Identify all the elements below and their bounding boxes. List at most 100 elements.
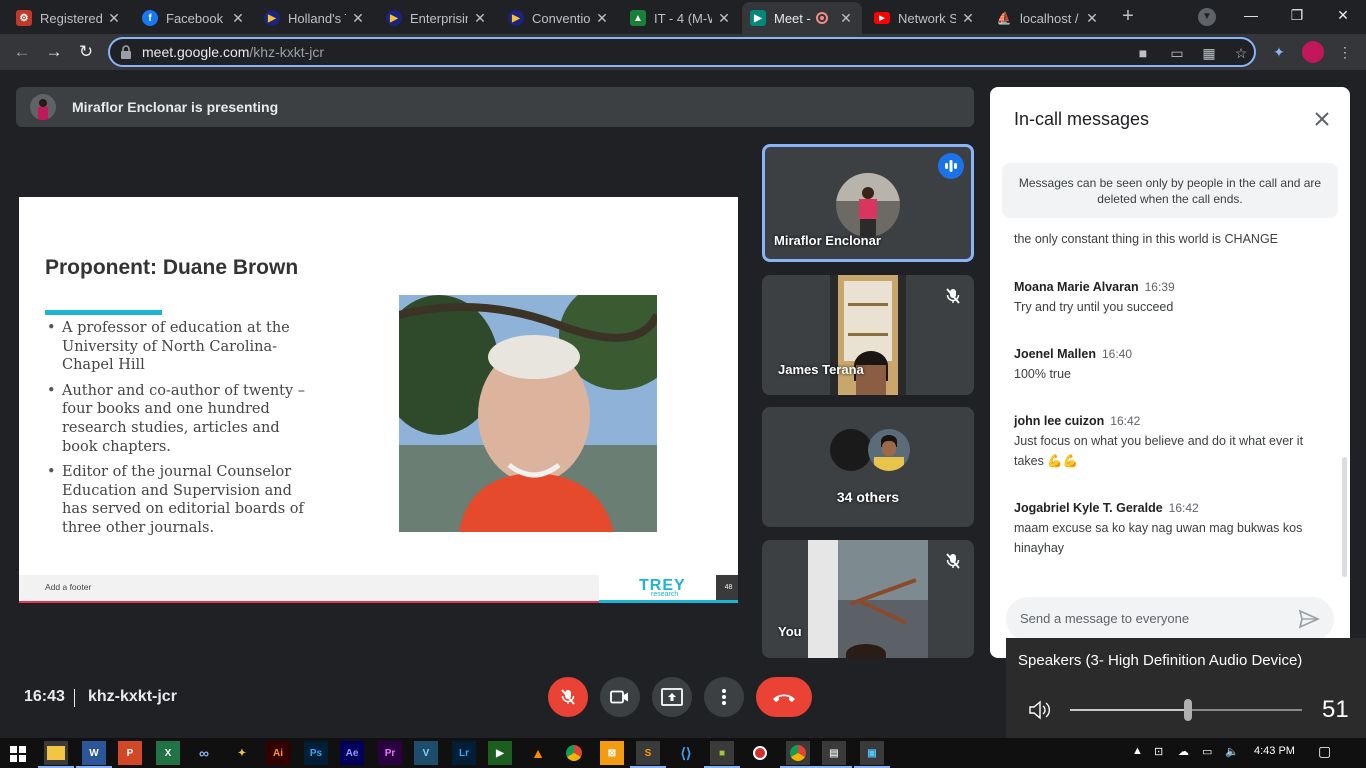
- security-icon[interactable]: ⊡: [1154, 745, 1163, 758]
- chat-scrollbar[interactable]: [1342, 457, 1347, 577]
- lightroom-icon[interactable]: Lr: [452, 741, 476, 765]
- tile-presenter[interactable]: Miraflor Enclonar: [762, 144, 974, 262]
- lock-icon: [121, 45, 131, 59]
- message-item: Moana Marie Alvaran 16:39 Try and try unt…: [1014, 277, 1324, 317]
- powerpoint-icon[interactable]: P: [118, 741, 142, 765]
- presentation-slide: Proponent: Duane Brown A professor of ed…: [19, 197, 742, 603]
- media-app-icon[interactable]: ▶: [488, 741, 512, 765]
- vscode-icon[interactable]: ⟨⟩: [674, 741, 698, 765]
- infinity-app-icon[interactable]: ∞: [192, 741, 216, 765]
- tab-youtube[interactable]: ▶ Network S ✕: [866, 2, 984, 34]
- cast-icon[interactable]: ▭: [1168, 44, 1186, 62]
- tab-conventional[interactable]: ▶ Convention ✕: [500, 2, 618, 34]
- tile-others[interactable]: 34 others: [762, 407, 974, 527]
- close-tab-icon[interactable]: ✕: [716, 10, 732, 27]
- notepad-icon[interactable]: ▤: [816, 741, 852, 768]
- message-item: john lee cuizon 16:42 Just focus on what …: [1014, 411, 1324, 471]
- tab-enterprising[interactable]: ▶ Enterprisin ✕: [378, 2, 496, 34]
- tab-title: Network S: [898, 10, 956, 26]
- close-tab-icon[interactable]: ✕: [106, 10, 122, 27]
- close-window-button[interactable]: ✕: [1320, 0, 1366, 32]
- notifications-icon[interactable]: ▢: [1318, 743, 1331, 760]
- camera-icon[interactable]: ■: [1134, 44, 1152, 62]
- message-text: Just focus on what you believe and do it…: [1014, 434, 1304, 468]
- word-icon[interactable]: W: [76, 741, 112, 768]
- send-icon[interactable]: [1298, 609, 1320, 629]
- bookmark-star-icon[interactable]: ☆: [1232, 44, 1250, 62]
- close-tab-icon[interactable]: ✕: [1084, 10, 1100, 27]
- chrome-icon[interactable]: [562, 741, 586, 765]
- tab-facebook[interactable]: f Facebook ✕: [134, 2, 254, 34]
- sublime-icon[interactable]: S: [630, 741, 666, 768]
- footer-accent-blue: [599, 600, 738, 603]
- tab-title: Meet -: [774, 10, 811, 26]
- network-icon[interactable]: ▭: [1202, 745, 1212, 758]
- tools-icon[interactable]: ✦: [230, 741, 254, 765]
- playlist-icon: ▶: [264, 10, 280, 26]
- close-tab-icon[interactable]: ✕: [838, 10, 854, 27]
- leave-call-button[interactable]: [756, 677, 812, 717]
- tile-self[interactable]: You: [762, 540, 974, 658]
- address-bar[interactable]: meet.google.com/khz-kxkt-jcr ■ ▭ ▦ ☆: [108, 37, 1256, 67]
- volume-fill: [1070, 709, 1189, 711]
- photos-icon[interactable]: ▣: [854, 741, 890, 768]
- record-icon[interactable]: [748, 741, 772, 765]
- show-hidden-icons[interactable]: ▲: [1132, 745, 1143, 757]
- close-tab-icon[interactable]: ✕: [350, 10, 366, 27]
- restore-button[interactable]: ❐: [1274, 0, 1320, 32]
- minimize-button[interactable]: —: [1228, 0, 1274, 32]
- tab-meet[interactable]: ▶ Meet - ✕: [742, 2, 862, 34]
- close-tab-icon[interactable]: ✕: [230, 10, 246, 27]
- illustrator-icon[interactable]: Ai: [266, 741, 290, 765]
- tab-search-icon[interactable]: ▼: [1198, 8, 1216, 26]
- present-screen-button[interactable]: [652, 677, 692, 717]
- menu-icon[interactable]: ⋮: [1336, 43, 1354, 61]
- after-effects-icon[interactable]: Ae: [340, 741, 364, 765]
- tab-registered[interactable]: ⚙ Registered ✕: [8, 2, 130, 34]
- photoshop-icon[interactable]: Ps: [304, 741, 328, 765]
- message-time: 16:40: [1101, 347, 1133, 361]
- xampp-icon[interactable]: ⊠: [600, 741, 624, 765]
- install-app-icon[interactable]: ▦: [1200, 44, 1218, 62]
- message-sender: Jogabriel Kyle T. Geralde: [1014, 501, 1163, 515]
- forward-icon[interactable]: →: [44, 42, 64, 62]
- videocam-icon: [610, 690, 628, 704]
- back-icon[interactable]: ←: [12, 42, 32, 62]
- reload-icon[interactable]: ↻: [76, 42, 96, 62]
- file-explorer-icon[interactable]: [38, 741, 74, 768]
- vlc-icon[interactable]: ▲: [526, 741, 550, 765]
- speaker-icon[interactable]: [1028, 700, 1052, 720]
- close-tab-icon[interactable]: ✕: [594, 10, 610, 27]
- audio-device-name[interactable]: Speakers (3- High Definition Audio Devic…: [1018, 652, 1302, 669]
- more-options-button[interactable]: [704, 677, 744, 717]
- mic-toggle-button[interactable]: [548, 677, 588, 717]
- volume-tray-icon[interactable]: 🔈: [1225, 745, 1239, 758]
- chrome-icon[interactable]: [780, 741, 816, 768]
- facebook-icon: f: [142, 10, 158, 26]
- excel-icon[interactable]: X: [156, 741, 180, 765]
- tab-title: localhost /: [1020, 10, 1079, 26]
- avatar[interactable]: [1302, 41, 1324, 63]
- extensions-icon[interactable]: ✦: [1270, 43, 1288, 61]
- close-tab-icon[interactable]: ✕: [960, 10, 976, 27]
- android-icon[interactable]: ■: [704, 741, 740, 768]
- camera-toggle-button[interactable]: [600, 677, 640, 717]
- close-icon[interactable]: [1312, 109, 1332, 129]
- taskbar-clock[interactable]: 4:43 PM: [1254, 745, 1295, 757]
- message-input[interactable]: Send a message to everyone: [1006, 597, 1334, 641]
- portrait-photo: [399, 295, 657, 532]
- tab-title: Convention: [532, 10, 590, 26]
- tab-hollands[interactable]: ▶ Holland's T ✕: [256, 2, 374, 34]
- windows-start-icon[interactable]: [10, 746, 26, 762]
- tab-localhost[interactable]: ⛵ localhost / ✕: [988, 2, 1108, 34]
- volume-slider-thumb[interactable]: [1184, 699, 1193, 721]
- title-underline: [45, 310, 162, 315]
- tile-participant[interactable]: James Terana: [762, 275, 974, 395]
- premiere-icon[interactable]: Pr: [378, 741, 402, 765]
- bullet-item: A professor of education at the Universi…: [47, 319, 307, 375]
- vegas-icon[interactable]: V: [414, 741, 438, 765]
- tab-classroom[interactable]: ▲ IT - 4 (M-W ✕: [622, 2, 740, 34]
- onedrive-icon[interactable]: ☁: [1178, 745, 1189, 758]
- new-tab-button[interactable]: +: [1116, 6, 1140, 28]
- close-tab-icon[interactable]: ✕: [472, 10, 488, 27]
